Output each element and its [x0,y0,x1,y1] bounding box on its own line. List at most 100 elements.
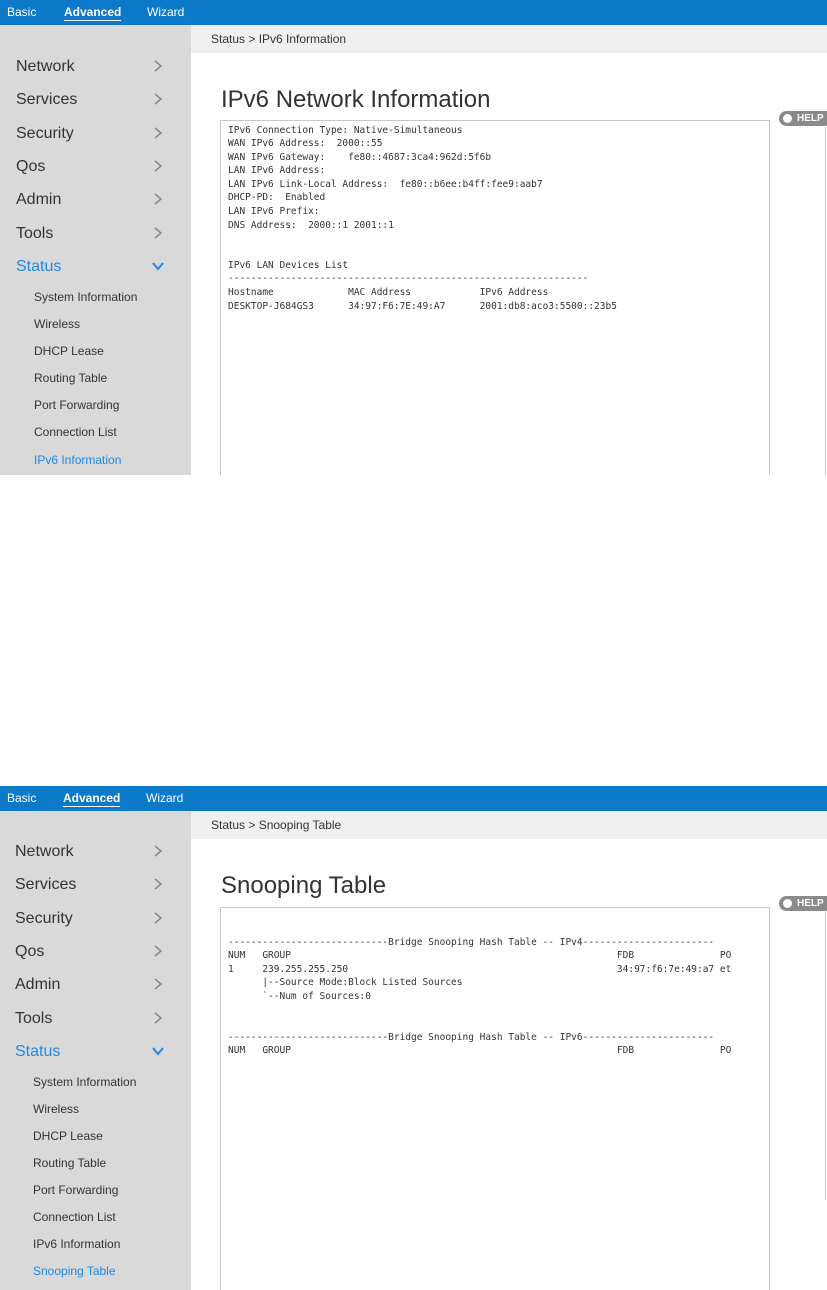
sidebar-item-network[interactable]: Network [0,837,191,867]
sidebar-subitem-dhcp-lease[interactable]: DHCP Lease [0,1125,191,1147]
sidebar-subitem-label: DHCP Lease [33,1129,103,1143]
chevron-right-icon [154,1012,163,1024]
console-line: |--Source Mode:Block Listed Sources [228,977,463,988]
sidebar-subitem-label: Routing Table [33,1156,107,1170]
sidebar-subitem-ipv6-information[interactable]: IPv6 Information [0,1233,191,1255]
sidebar-item-network[interactable]: Network [0,52,191,82]
sidebar-subitem-label: IPv6 Information [33,1237,121,1251]
sidebar-subitem-port-forwarding[interactable]: Port Forwarding [0,394,191,416]
sidebar-item-admin[interactable]: Admin [0,970,191,1000]
sidebar-item-admin[interactable]: Admin [0,185,191,215]
ipv6-info-textarea[interactable]: IPv6 Connection Type: Native-Simultaneou… [220,120,770,475]
console-line: DHCP-PD: Enabled [228,192,326,203]
console-line: Hostname MAC Address IPv6 Address [228,287,549,298]
help-button[interactable]: HELP [779,896,827,911]
sidebar-item-security[interactable]: Security [0,904,191,934]
sidebar-subitem-system-information[interactable]: System Information [0,1071,191,1093]
sidebar-subitem-system-information[interactable]: System Information [0,286,191,308]
sidebar-item-label: Services [15,876,77,893]
tab-advanced[interactable]: Advanced [63,791,121,807]
sidebar-item-label: Tools [16,225,54,242]
console-line: ----------------------------Bridge Snoop… [228,1032,715,1043]
chevron-right-icon [154,60,163,72]
sidebar-subitem-label: Wireless [34,317,81,331]
sidebar-subitem-wireless[interactable]: Wireless [0,313,191,335]
console-line: IPv6 LAN Devices List [228,260,349,271]
tab-wizard[interactable]: Wizard [147,5,184,20]
chevron-right-icon [154,227,163,239]
sidebar-subitem-routing-table[interactable]: Routing Table [0,1152,191,1174]
sidebar-subitem-ipv6-information[interactable]: IPv6 Information [0,449,191,471]
page-title: IPv6 Network Information [221,86,491,113]
help-button[interactable]: HELP [779,111,827,126]
sidebar-subitem-label: System Information [34,290,138,304]
sidebar-item-services[interactable]: Services [0,870,191,900]
sidebar-subitem-label: Snooping Table [33,1264,116,1278]
help-icon [783,114,792,123]
sidebar-item-label: Tools [15,1010,53,1027]
console-line: DESKTOP-J684GS3 34:97:F6:7E:49:A7 2001:d… [228,301,617,312]
sidebar-item-label: Services [16,91,78,108]
sidebar: Network Services Security Qos Admin Tool… [0,25,191,475]
sidebar-subitem-connection-list[interactable]: Connection List [0,1206,191,1228]
sidebar-item-label: Security [16,125,74,142]
sidebar-item-label: Network [15,843,74,860]
chevron-right-icon [154,945,163,957]
console-line: 1 239.255.255.250 34:97:f6:7e:49:a7 et [228,964,732,975]
sidebar-subitem-wireless[interactable]: Wireless [0,1098,191,1120]
sidebar-subitem-routing-table[interactable]: Routing Table [0,367,191,389]
sidebar-item-security[interactable]: Security [0,119,191,149]
help-icon [783,899,792,908]
sidebar-subitem-label: IPv6 Information [34,453,122,467]
sidebar-subitem-label: System Information [33,1075,137,1089]
console-line: ----------------------------------------… [228,273,589,284]
snooping-table-textarea[interactable]: ----------------------------Bridge Snoop… [220,907,770,1290]
chevron-right-icon [154,127,163,139]
sidebar-item-status[interactable]: Status [0,252,191,282]
console-line: `--Num of Sources:0 [228,991,371,1002]
console-line: NUM GROUP FDB PO [228,950,732,961]
breadcrumb-bar: Status > Snooping Table [191,811,827,839]
screenshot-ipv6-information: Basic Advanced Wizard Network Services S… [0,0,827,475]
sidebar-item-tools[interactable]: Tools [0,219,191,249]
breadcrumb: Status > Snooping Table [211,818,342,832]
sidebar-item-label: Security [15,910,73,927]
sidebar-item-tools[interactable]: Tools [0,1004,191,1034]
console-line: WAN IPv6 Gateway: fe80::4687:3ca4:962d:5… [228,152,492,163]
console-line: LAN IPv6 Address: [228,165,326,176]
chevron-right-icon [154,93,163,105]
help-label: HELP [797,113,824,124]
sidebar-subitem-port-forwarding[interactable]: Port Forwarding [0,1179,191,1201]
sidebar-subitem-dhcp-lease[interactable]: DHCP Lease [0,340,191,362]
sidebar: Network Services Security Qos Admin Tool… [0,811,191,1290]
breadcrumb-bar: Status > IPv6 Information [191,25,827,53]
sidebar-item-qos[interactable]: Qos [0,937,191,967]
top-nav-bar: Basic Advanced Wizard [0,786,827,811]
sidebar-subitem-connection-list[interactable]: Connection List [0,421,191,443]
tab-basic[interactable]: Basic [7,5,36,20]
console-line: IPv6 Connection Type: Native-Simultaneou… [228,125,463,136]
sidebar-subitem-label: Port Forwarding [34,398,120,412]
sidebar-subitem-snooping-table[interactable]: Snooping Table [0,1260,191,1282]
sidebar-subitem-label: Port Forwarding [33,1183,119,1197]
sidebar-subitem-label: Connection List [34,425,117,439]
sidebar-item-label: Qos [16,158,46,175]
breadcrumb: Status > IPv6 Information [211,32,347,46]
console-line: NUM GROUP FDB PO [228,1045,732,1056]
sidebar-subitem-label: DHCP Lease [34,344,104,358]
screenshot-snooping-table: Basic Advanced Wizard Network Services S… [0,786,827,1290]
chevron-right-icon [154,193,163,205]
tab-wizard[interactable]: Wizard [146,791,183,806]
chevron-right-icon [154,912,163,924]
help-label: HELP [797,898,824,909]
console-line: ----------------------------Bridge Snoop… [228,937,715,948]
sidebar-item-qos[interactable]: Qos [0,152,191,182]
sidebar-item-label: Status [16,258,62,275]
sidebar-item-services[interactable]: Services [0,85,191,115]
chevron-right-icon [154,845,163,857]
tab-advanced[interactable]: Advanced [64,5,122,21]
tab-basic[interactable]: Basic [7,791,36,806]
console-line: LAN IPv6 Link-Local Address: fe80::b6ee:… [228,179,543,190]
sidebar-item-status[interactable]: Status [0,1037,191,1067]
page-title: Snooping Table [221,872,387,899]
